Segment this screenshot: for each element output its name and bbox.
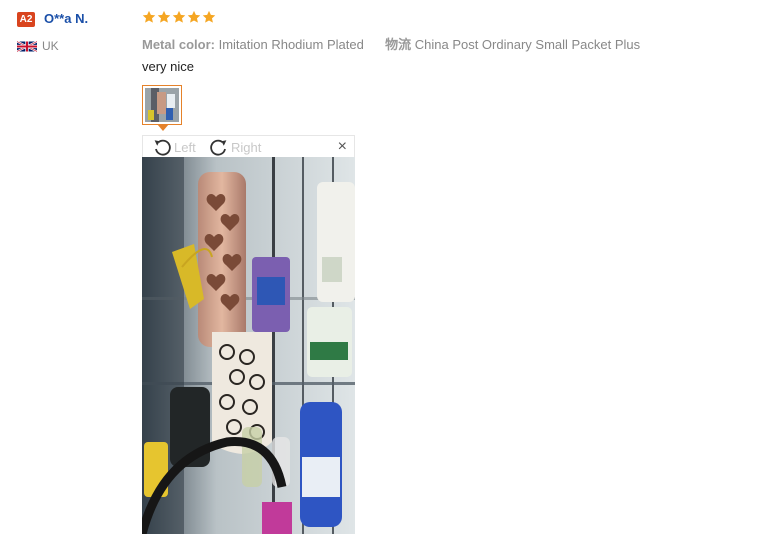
review-photo-large (142, 157, 355, 534)
star-icon (202, 10, 216, 23)
thumbnail-selected-pointer (157, 124, 169, 131)
star-icon (187, 10, 201, 23)
rotate-left-icon (154, 139, 171, 156)
reviewer-country: UK (42, 39, 59, 53)
reviewer-name: O**a N. (44, 11, 89, 26)
review-photo-thumbnail[interactable] (142, 85, 182, 125)
review-text: very nice (142, 59, 195, 74)
attribute-key-logistics: 物流 (385, 37, 412, 52)
star-icon (157, 10, 171, 23)
rotate-left-button[interactable]: Left (152, 136, 196, 158)
rotate-left-label: Left (174, 139, 196, 155)
rotate-right-label: Right (231, 139, 262, 155)
star-rating (142, 10, 216, 26)
close-viewer-button[interactable]: × (338, 138, 347, 156)
user-level-badge: A2 (17, 12, 35, 27)
thumbnail-image (145, 88, 179, 122)
uk-flag-icon (17, 41, 37, 52)
image-viewer-toolbar: Left Right × (142, 135, 355, 157)
rotate-right-button[interactable]: Right (209, 136, 261, 158)
star-icon (142, 10, 156, 23)
star-icon (172, 10, 186, 23)
attribute-key-metal-color: Metal color: (142, 37, 215, 52)
attribute-value-metal-color: Imitation Rhodium Plated (218, 37, 364, 52)
rotate-right-icon (210, 139, 227, 156)
attribute-value-logistics: China Post Ordinary Small Packet Plus (414, 37, 641, 52)
review-attributes: Metal color: Imitation Rhodium Plated 物流… (142, 34, 640, 53)
